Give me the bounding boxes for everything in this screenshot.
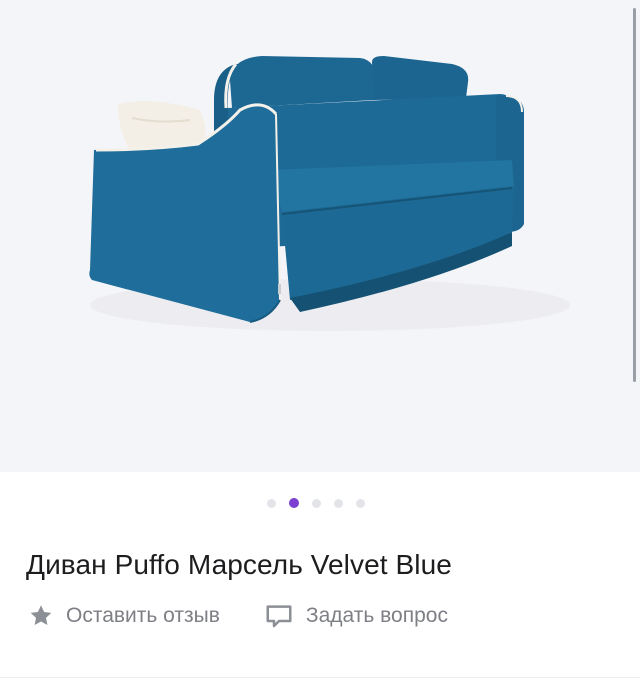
ask-question-button[interactable]: Задать вопрос	[264, 601, 448, 631]
bottom-divider	[0, 677, 640, 700]
star-icon	[28, 603, 54, 629]
product-actions: Оставить отзыв Задать вопрос	[28, 600, 448, 632]
pagination-dot[interactable]	[356, 498, 365, 508]
scrollbar[interactable]	[633, 8, 636, 382]
gallery-pagination	[0, 497, 636, 509]
leave-review-button[interactable]: Оставить отзыв	[28, 603, 220, 629]
pagination-dot-active[interactable]	[289, 498, 299, 508]
sofa-image	[89, 56, 570, 331]
pagination-dot[interactable]	[312, 498, 321, 508]
product-image-gallery[interactable]	[0, 0, 640, 472]
chat-bubble-icon	[264, 601, 294, 631]
pagination-dot[interactable]	[267, 498, 276, 508]
product-title: Диван Puffo Марсель Velvet Blue	[26, 549, 452, 580]
ask-question-label: Задать вопрос	[305, 604, 448, 627]
pagination-dot[interactable]	[334, 498, 343, 508]
leave-review-label: Оставить отзыв	[66, 604, 220, 627]
